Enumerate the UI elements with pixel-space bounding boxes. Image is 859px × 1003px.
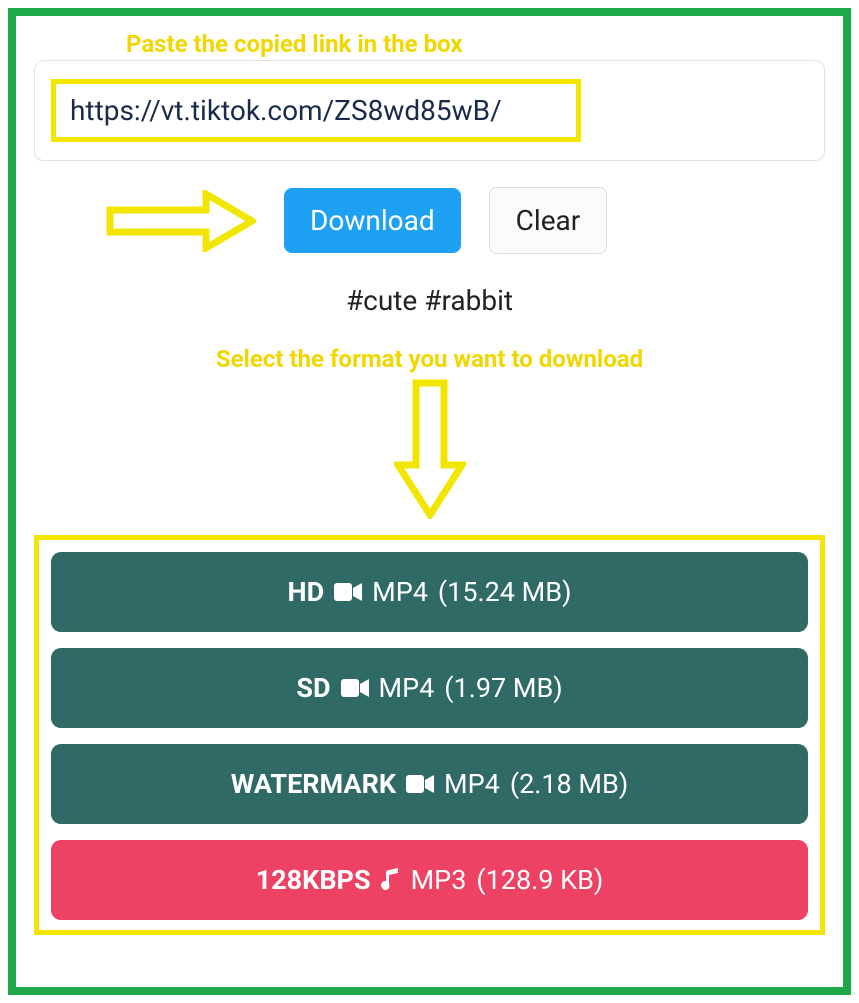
formats-highlight-box: HD MP4 (15.24 MB) SD MP4 (1.97 MB) WATER… bbox=[34, 535, 825, 935]
format-quality: HD bbox=[288, 576, 325, 608]
video-icon bbox=[406, 774, 434, 794]
format-ext: MP4 bbox=[372, 576, 428, 608]
video-icon bbox=[334, 582, 362, 602]
url-highlight-box: https://vt.tiktok.com/ZS8wd85wB/ bbox=[51, 79, 581, 142]
format-quality: WATERMARK bbox=[231, 768, 396, 800]
format-ext: MP3 bbox=[411, 864, 467, 896]
format-quality: 128KBPS bbox=[256, 864, 371, 896]
hint-paste-link: Paste the copied link in the box bbox=[126, 30, 825, 58]
url-input[interactable]: https://vt.tiktok.com/ZS8wd85wB/ bbox=[70, 94, 562, 127]
format-option-watermark[interactable]: WATERMARK MP4 (2.18 MB) bbox=[51, 744, 808, 824]
format-size: (128.9 KB) bbox=[476, 864, 603, 896]
format-option-sd[interactable]: SD MP4 (1.97 MB) bbox=[51, 648, 808, 728]
format-ext: MP4 bbox=[444, 768, 500, 800]
clear-button[interactable]: Clear bbox=[489, 187, 608, 254]
format-size: (15.24 MB) bbox=[438, 576, 572, 608]
format-size: (1.97 MB) bbox=[444, 672, 562, 704]
video-hashtags: #cute #rabbit bbox=[34, 284, 825, 317]
arrow-right-icon bbox=[106, 190, 256, 252]
format-option-hd[interactable]: HD MP4 (15.24 MB) bbox=[51, 552, 808, 632]
actions-row: Download Clear bbox=[106, 187, 825, 254]
hint-select-format: Select the format you want to download bbox=[34, 345, 825, 373]
arrow-down-icon bbox=[394, 379, 466, 523]
format-ext: MP4 bbox=[379, 672, 435, 704]
app-frame: Paste the copied link in the box https:/… bbox=[8, 8, 851, 995]
format-size: (2.18 MB) bbox=[510, 768, 628, 800]
arrow-down-wrap bbox=[34, 379, 825, 523]
format-option-audio[interactable]: 128KBPS MP3 (128.9 KB) bbox=[51, 840, 808, 920]
format-quality: SD bbox=[296, 672, 330, 704]
download-button[interactable]: Download bbox=[284, 188, 461, 253]
url-input-card: https://vt.tiktok.com/ZS8wd85wB/ bbox=[34, 60, 825, 161]
music-icon bbox=[381, 868, 401, 892]
video-icon bbox=[341, 678, 369, 698]
